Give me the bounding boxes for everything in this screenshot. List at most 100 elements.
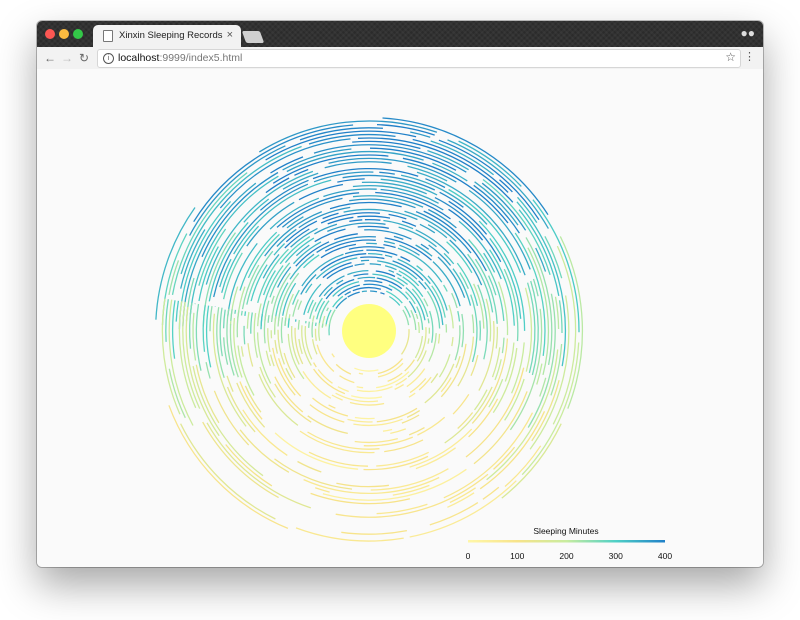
sleep-arc: [314, 297, 323, 312]
sleep-arc: [415, 229, 450, 254]
sleep-arc: [424, 363, 455, 404]
sleep-arc: [356, 386, 364, 389]
sleep-arc: [273, 316, 277, 335]
sleep-arc: [337, 284, 360, 297]
sleep-arc: [430, 373, 439, 384]
sleep-arc: [267, 315, 270, 323]
sleep-arc: [387, 372, 403, 382]
tab-active[interactable]: Xinxin Sleeping Records ×: [93, 25, 241, 47]
sleep-arc: [410, 309, 417, 331]
sleep-arc: [521, 342, 580, 476]
new-tab-button[interactable]: [241, 31, 265, 43]
sleep-arc: [192, 312, 197, 361]
sleep-arc: [318, 300, 330, 326]
sleep-arc: [447, 492, 475, 508]
sleep-arc: [344, 249, 364, 255]
close-window-button[interactable]: [45, 29, 55, 39]
reload-button[interactable]: ↻: [79, 49, 89, 67]
info-icon[interactable]: i: [103, 53, 114, 64]
sleep-arc: [240, 310, 243, 316]
sleep-arc: [247, 343, 254, 367]
sleep-arc: [297, 319, 300, 330]
sleep-arc: [388, 295, 401, 306]
minimize-window-button[interactable]: [59, 29, 69, 39]
tab-close-button[interactable]: ×: [227, 28, 233, 42]
sleep-arc: [352, 195, 424, 208]
sleep-arc: [295, 241, 330, 267]
sleep-arc: [376, 503, 428, 515]
sleep-arc: [479, 320, 482, 341]
sleep-arc: [230, 309, 233, 322]
address-bar[interactable]: i localhost:9999/index5.html ☆: [97, 49, 741, 68]
sleep-arc: [388, 269, 395, 273]
sleep-arc: [395, 377, 408, 386]
forward-button[interactable]: →: [61, 49, 73, 67]
sleep-arc: [267, 328, 271, 353]
sleep-arc: [471, 314, 475, 334]
sleep-arc: [501, 337, 505, 354]
sleep-arc: [257, 313, 260, 320]
sleep-arc: [284, 237, 315, 264]
sleep-arc: [270, 156, 304, 174]
sleep-arc: [477, 284, 488, 360]
sleep-arc: [415, 447, 456, 470]
sleep-arc: [244, 311, 247, 316]
legend-tick-3: 300: [609, 551, 623, 561]
bookmark-star-icon[interactable]: ☆: [725, 50, 736, 64]
sleep-arc: [155, 207, 196, 320]
sleep-arc: [263, 314, 267, 344]
sleep-arc: [406, 368, 426, 388]
sleep-arc: [429, 502, 479, 526]
sleep-arc: [302, 371, 332, 399]
sleep-arc: [358, 372, 364, 375]
sleep-arc: [219, 307, 223, 357]
sleep-arc: [364, 218, 381, 221]
sleep-arc: [243, 325, 246, 345]
sleep-arc: [343, 208, 418, 221]
sleep-arc: [427, 275, 448, 311]
page-icon: [103, 30, 113, 42]
sleep-arc: [274, 339, 279, 354]
sleep-arc: [206, 305, 212, 368]
sleep-arc: [175, 300, 180, 322]
sleep-arc: [331, 353, 335, 358]
sleep-arc: [324, 161, 392, 169]
sleep-arc: [284, 317, 287, 327]
sleep-arc: [497, 281, 509, 336]
url-text[interactable]: localhost:9999/index5.html: [118, 52, 242, 64]
sleep-arc: [370, 290, 378, 293]
maximize-window-button[interactable]: [73, 29, 83, 39]
sleep-arc: [328, 404, 336, 409]
sleep-arc: [458, 220, 502, 280]
sleep-arc: [246, 311, 250, 329]
sleep-arc: [318, 322, 321, 341]
sleep-arc: [554, 296, 560, 330]
back-button[interactable]: ←: [44, 49, 56, 67]
sleep-arc: [337, 178, 365, 183]
sleep-arc: [457, 310, 461, 322]
sleep-arc: [273, 243, 286, 256]
sleep-arc: [461, 313, 465, 348]
sleep-arc: [470, 354, 479, 377]
sleep-arc: [297, 300, 303, 310]
sleep-arc: [428, 310, 434, 343]
sleep-arc: [408, 392, 416, 398]
sleep-arc: [452, 393, 470, 415]
legend-tick-0: 0: [466, 551, 471, 561]
color-legend: Sleeping Minutes 0 100 200 300 400: [466, 526, 673, 561]
sleep-arc: [495, 326, 499, 349]
sleep-arc: [446, 241, 473, 274]
sleep-arc: [437, 333, 441, 344]
sleep-arc: [361, 290, 367, 293]
sleep-arc: [258, 374, 299, 426]
sleep-arc: [415, 313, 419, 319]
sleep-arc: [379, 171, 395, 175]
sleep-arc: [396, 272, 402, 277]
browser-menu-icon[interactable]: ⋮: [744, 50, 755, 64]
sleep-arc: [369, 263, 382, 266]
sleep-arc: [393, 235, 404, 241]
sleep-arc: [473, 283, 485, 329]
sleep-arc: [428, 244, 452, 266]
sleep-arc: [279, 236, 311, 265]
sleep-arc: [382, 428, 393, 432]
